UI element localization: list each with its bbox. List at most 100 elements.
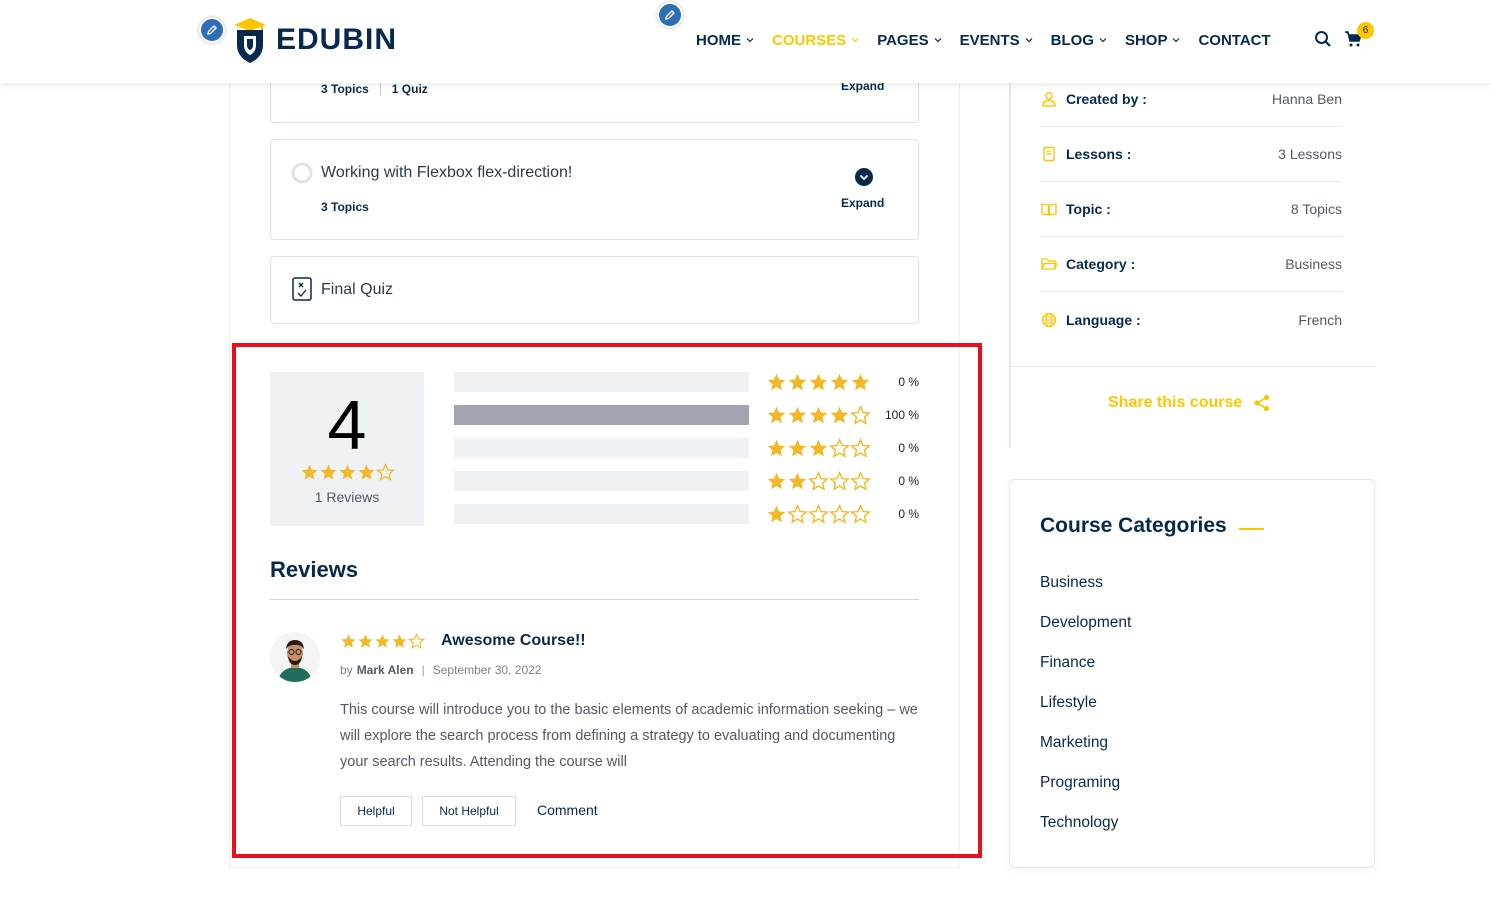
nav-pages[interactable]: PAGES — [877, 31, 942, 49]
site-header: EDUBIN HOME COURSES PAGES EVENTS BLOG SH… — [0, 0, 1491, 83]
star-filled-icon — [787, 471, 808, 492]
logo-text: EDUBIN — [276, 23, 398, 56]
category-link[interactable]: Finance — [1040, 654, 1095, 672]
category-link[interactable]: Lifestyle — [1040, 694, 1097, 712]
star-filled-icon — [357, 633, 374, 650]
average-rating-stars — [300, 463, 395, 482]
nav-label: HOME — [696, 31, 741, 49]
info-label: Language : — [1066, 311, 1141, 328]
review-title: Awesome Course!! — [441, 632, 586, 649]
star-empty-icon — [408, 633, 425, 650]
expand-label[interactable]: Expand — [841, 196, 884, 210]
info-label: Category : — [1066, 256, 1136, 272]
nav-events[interactable]: EVENTS — [960, 32, 1033, 49]
category-link[interactable]: Development — [1040, 614, 1131, 632]
star-filled-icon — [808, 438, 829, 459]
site-logo[interactable]: EDUBIN — [228, 14, 397, 66]
review-body: This course will introduce you to the ba… — [340, 702, 918, 770]
star-filled-icon — [808, 405, 829, 426]
nav-home[interactable]: HOME — [696, 32, 754, 49]
final-quiz-item[interactable]: Final Quiz — [270, 256, 919, 324]
info-value: Business — [1285, 256, 1342, 272]
star-empty-icon — [787, 504, 808, 525]
star-empty-icon — [376, 463, 395, 482]
edit-icon[interactable] — [199, 17, 225, 43]
star-filled-icon — [338, 463, 357, 482]
star-filled-icon — [808, 372, 829, 393]
user-icon — [1040, 90, 1058, 108]
category-link[interactable]: Programing — [1040, 774, 1120, 792]
star-filled-icon — [787, 438, 808, 459]
star-filled-icon — [787, 405, 808, 426]
quiz-icon — [292, 277, 312, 301]
rating-bar-row: 0 % — [454, 372, 919, 392]
star-empty-icon — [808, 471, 829, 492]
nav-label: COURSES — [772, 31, 847, 49]
info-label: Topic : — [1066, 201, 1111, 217]
nav-label: PAGES — [877, 31, 929, 49]
star-empty-icon — [808, 504, 829, 525]
info-row-lessons: Lessons : 3 Lessons — [1040, 127, 1342, 182]
chevron-down-icon — [746, 38, 754, 43]
folder-icon — [1040, 255, 1058, 273]
chevron-down-circle-icon[interactable] — [855, 168, 873, 186]
book-icon — [1040, 145, 1058, 163]
category-link[interactable]: Marketing — [1040, 734, 1108, 752]
rating-bar-row: 100 % — [454, 405, 919, 425]
categories-heading: Course Categories — [1040, 514, 1227, 537]
share-icon — [1254, 394, 1270, 412]
lesson-quiz-count: 1 Quiz — [391, 82, 428, 96]
meta-divider: | — [421, 663, 425, 677]
comment-link[interactable]: Comment — [537, 802, 598, 818]
reviewer-avatar — [270, 632, 320, 682]
info-label: Lessons : — [1066, 146, 1132, 162]
reviews-count: 1 Reviews — [314, 489, 380, 505]
share-course-button[interactable]: Share this course — [1108, 394, 1271, 412]
info-row-category: Category : Business — [1040, 237, 1342, 292]
helpful-button[interactable]: Helpful — [340, 796, 412, 826]
star-empty-icon — [829, 471, 850, 492]
open-book-icon — [1040, 200, 1058, 218]
nav-label: CONTACT — [1198, 31, 1271, 49]
heading-accent-line — [1239, 528, 1264, 530]
not-helpful-button[interactable]: Not Helpful — [422, 796, 516, 826]
star-empty-icon — [829, 438, 850, 459]
star-filled-icon — [300, 463, 319, 482]
star-filled-icon — [766, 405, 787, 426]
lesson-topics-count: 3 Topics — [321, 82, 369, 96]
review-date: September 30, 2022 — [432, 663, 542, 677]
lesson-item[interactable]: Working with Flexbox flex-direction! 3 T… — [270, 139, 919, 240]
nav-blog[interactable]: BLOG — [1051, 32, 1107, 49]
category-link[interactable]: Technology — [1040, 814, 1118, 832]
nav-contact[interactable]: CONTACT — [1198, 32, 1270, 49]
divider — [270, 599, 919, 600]
star-filled-icon — [787, 372, 808, 393]
divider — [1009, 366, 1375, 367]
nav-label: SHOP — [1124, 31, 1168, 49]
rating-bar-percent: 0 % — [898, 474, 919, 488]
reviews-heading: Reviews — [270, 557, 359, 582]
nav-label: EVENTS — [959, 31, 1020, 49]
star-empty-icon — [829, 504, 850, 525]
final-quiz-title: Final Quiz — [321, 281, 394, 298]
star-filled-icon — [766, 438, 787, 459]
category-link[interactable]: Business — [1040, 574, 1103, 592]
lesson-meta: 3 Topics — [321, 200, 369, 214]
meta-divider — [379, 82, 381, 96]
search-icon[interactable] — [1314, 30, 1332, 48]
info-value: 8 Topics — [1290, 201, 1342, 217]
star-filled-icon — [357, 463, 376, 482]
rating-bar-row: 0 % — [454, 504, 919, 524]
header-actions — [1314, 30, 1362, 48]
star-filled-icon — [766, 372, 787, 393]
chevron-down-icon — [934, 38, 942, 43]
nav-courses[interactable]: COURSES — [772, 32, 859, 49]
star-filled-icon — [829, 372, 850, 393]
edit-icon[interactable] — [657, 2, 683, 28]
nav-label: BLOG — [1050, 31, 1094, 49]
nav-shop[interactable]: SHOP — [1125, 32, 1181, 49]
star-filled-icon — [766, 471, 787, 492]
share-label: Share this course — [1108, 394, 1243, 411]
review-author: Mark Alen — [356, 663, 414, 677]
globe-icon — [1040, 311, 1058, 329]
